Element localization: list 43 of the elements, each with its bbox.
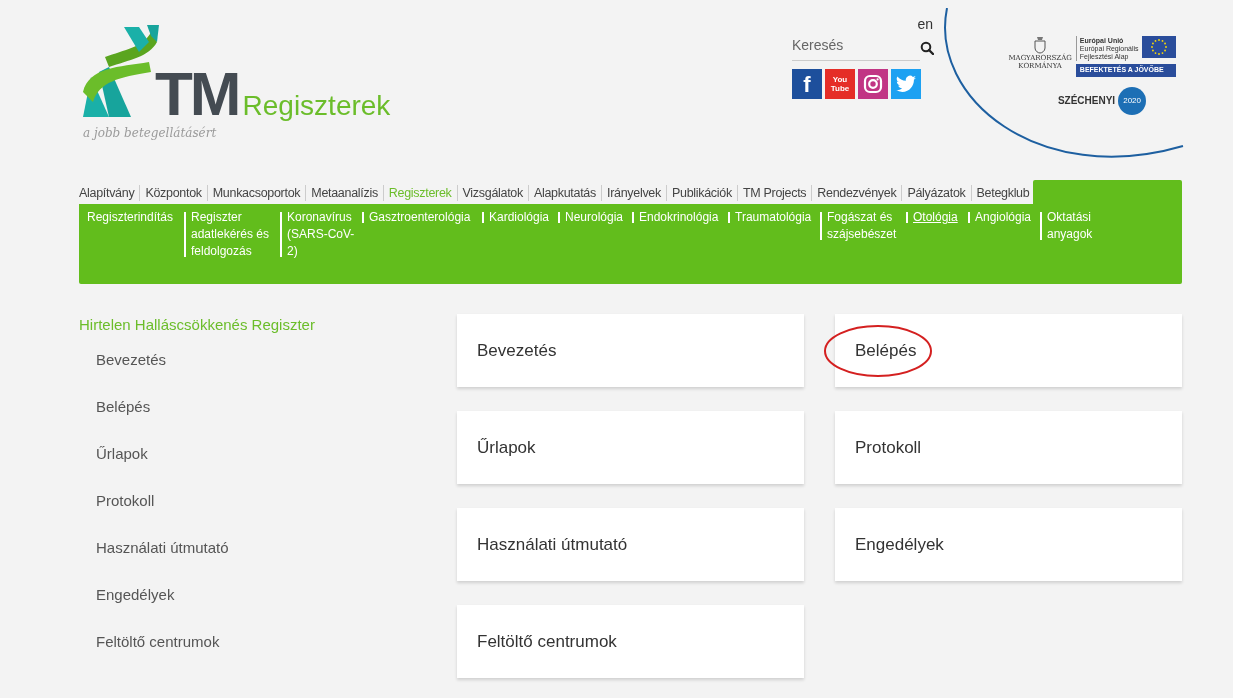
page-card[interactable]: Feltöltő centrumok	[457, 605, 804, 678]
main-nav-link[interactable]: Metaanalízis	[311, 183, 378, 203]
page-card[interactable]: Engedélyek	[835, 508, 1182, 581]
language-link[interactable]: en	[917, 14, 933, 35]
page-card[interactable]: Űrlapok	[457, 411, 804, 484]
facebook-link[interactable]: f	[792, 69, 822, 99]
eu-flag-icon	[1141, 36, 1176, 58]
camera-icon	[863, 74, 883, 94]
youtube-link[interactable]: You Tube	[825, 69, 855, 99]
sidebar-item[interactable]: Űrlapok	[96, 442, 148, 490]
main-nav-link[interactable]: Betegklub	[976, 183, 1030, 203]
sidebar-item[interactable]: Engedélyek	[96, 583, 175, 631]
sidebar-item[interactable]: Használati útmutató	[96, 536, 229, 584]
twitter-link[interactable]	[891, 69, 921, 99]
main-nav-link[interactable]: Rendezvények	[817, 183, 897, 203]
year-pin: 2020	[1118, 86, 1147, 115]
logo-name: Regiszterek	[242, 92, 391, 120]
main-nav-link[interactable]: Központok	[145, 183, 202, 203]
search-field[interactable]: Keresés	[792, 35, 920, 61]
program-label: SZÉCHENYI	[1057, 93, 1116, 108]
instagram-link[interactable]	[858, 69, 888, 99]
logo-brand: TM	[155, 66, 239, 122]
page-card[interactable]: Protokoll	[835, 411, 1182, 484]
main-nav-link[interactable]: TM Projects	[742, 183, 807, 203]
bird-icon	[896, 75, 916, 93]
main-nav-link[interactable]: Alapkutatás	[533, 183, 596, 203]
main-nav-link[interactable]: Irányelvek	[607, 183, 661, 203]
sidebar-item[interactable]: Feltöltő centrumok	[96, 630, 220, 678]
page-card[interactable]: Belépés	[835, 314, 1182, 387]
main-nav-link[interactable]: Publikációk	[671, 183, 732, 203]
logo-tagline: a jobb betegellátásért	[83, 125, 217, 142]
main-nav-link[interactable]: Pályázatok	[907, 183, 966, 203]
page-card[interactable]: Bevezetés	[457, 314, 804, 387]
page-card[interactable]: Használati útmutató	[457, 508, 804, 581]
search-icon	[920, 41, 934, 55]
main-nav-link[interactable]: Vizsgálatok	[462, 183, 523, 203]
main-nav-link[interactable]: Munkacsoportok	[212, 183, 301, 203]
sidebar-item[interactable]: Belépés	[96, 395, 151, 443]
sidebar-title: Hirtelen Halláscsökkenés Regiszter	[79, 315, 316, 335]
sidebar-item[interactable]: Protokoll	[96, 489, 155, 537]
sidebar-item[interactable]: Bevezetés	[96, 348, 167, 396]
coat-of-arms-icon	[1034, 36, 1047, 54]
main-nav-link[interactable]: Alapítvány	[79, 183, 135, 203]
